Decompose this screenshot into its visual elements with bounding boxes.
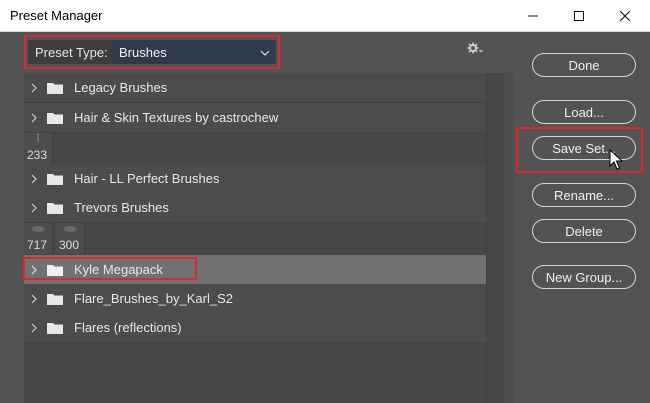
brush-thumbnail[interactable]: 300 [56, 223, 85, 254]
chevron-right-icon[interactable] [31, 203, 41, 213]
delete-button[interactable]: Delete [532, 219, 636, 243]
chevron-right-icon[interactable] [31, 265, 41, 275]
folder-icon [47, 264, 63, 276]
folder-icon [47, 82, 63, 94]
window-title: Preset Manager [10, 8, 103, 23]
chevron-right-icon[interactable] [31, 323, 41, 333]
chevron-right-icon[interactable] [31, 294, 41, 304]
chevron-right-icon[interactable] [31, 83, 41, 93]
list-item-label: Flares (reflections) [74, 320, 182, 335]
maximize-icon [574, 10, 584, 21]
load-button[interactable]: Load... [532, 100, 636, 124]
brush-thumbnails: 233 [24, 133, 486, 164]
folder-icon [47, 322, 63, 334]
mouse-cursor-icon [609, 149, 623, 170]
brush-size: 233 [27, 148, 48, 162]
preset-list: Legacy Brushes Hair & Skin Textures by c… [24, 73, 504, 403]
brush-tip-preview [32, 226, 44, 232]
list-item[interactable]: Legacy Brushes [24, 73, 486, 103]
list-item-label: Hair & Skin Textures by castrochew [74, 110, 279, 125]
list-item[interactable]: Hair - LL Perfect Brushes [24, 164, 486, 194]
done-button[interactable]: Done [532, 53, 636, 77]
list-item[interactable]: Trevors Brushes [24, 193, 486, 223]
title-bar[interactable]: Preset Manager [0, 0, 650, 32]
minimize-button[interactable] [510, 0, 556, 31]
chevron-right-icon[interactable] [31, 113, 41, 123]
brush-size: 717 [27, 238, 48, 252]
list-item-label: Legacy Brushes [74, 80, 168, 95]
close-icon [620, 10, 630, 21]
new-group-button[interactable]: New Group... [532, 265, 636, 289]
close-button[interactable] [602, 0, 648, 31]
list-item-label: Trevors Brushes [74, 200, 169, 215]
preset-manager-window: Preset Manager Preset Type: Brushes Lega… [0, 0, 650, 403]
folder-icon [47, 112, 63, 124]
rename-button[interactable]: Rename... [532, 183, 636, 207]
preset-type-value: Brushes [119, 44, 167, 60]
list-item[interactable]: Flare_Brushes_by_Karl_S2 [24, 284, 486, 314]
brush-tip-preview [64, 226, 76, 232]
list-item-label: Flare_Brushes_by_Karl_S2 [74, 291, 233, 306]
brush-thumbnail[interactable]: 717 [24, 223, 53, 254]
chevron-right-icon[interactable] [31, 174, 41, 184]
folder-icon [47, 202, 63, 214]
gear-icon[interactable] [467, 42, 483, 58]
folder-icon [47, 293, 63, 305]
folder-icon [47, 173, 63, 185]
list-scrollbar[interactable] [486, 73, 504, 403]
list-item[interactable]: Hair & Skin Textures by castrochew [24, 103, 486, 133]
maximize-button[interactable] [556, 0, 602, 31]
list-border [504, 73, 514, 403]
list-item-label: Kyle Megapack [74, 262, 163, 277]
list-item-label: Hair - LL Perfect Brushes [74, 171, 220, 186]
list-item[interactable]: Flares (reflections) [24, 313, 486, 343]
brush-thumbnail[interactable]: 233 [24, 133, 53, 164]
brush-stroke-preview [37, 133, 39, 142]
list-item[interactable]: Kyle Megapack [24, 255, 486, 285]
brush-thumbnails: 717 300 [24, 223, 486, 254]
preset-type-dropdown[interactable]: Brushes [111, 40, 276, 64]
brush-size: 300 [59, 238, 80, 252]
preset-type-label: Preset Type: [35, 44, 108, 60]
preset-type-row: Preset Type: Brushes [28, 40, 276, 64]
chevron-down-icon [260, 45, 270, 63]
minimize-icon [528, 15, 538, 16]
